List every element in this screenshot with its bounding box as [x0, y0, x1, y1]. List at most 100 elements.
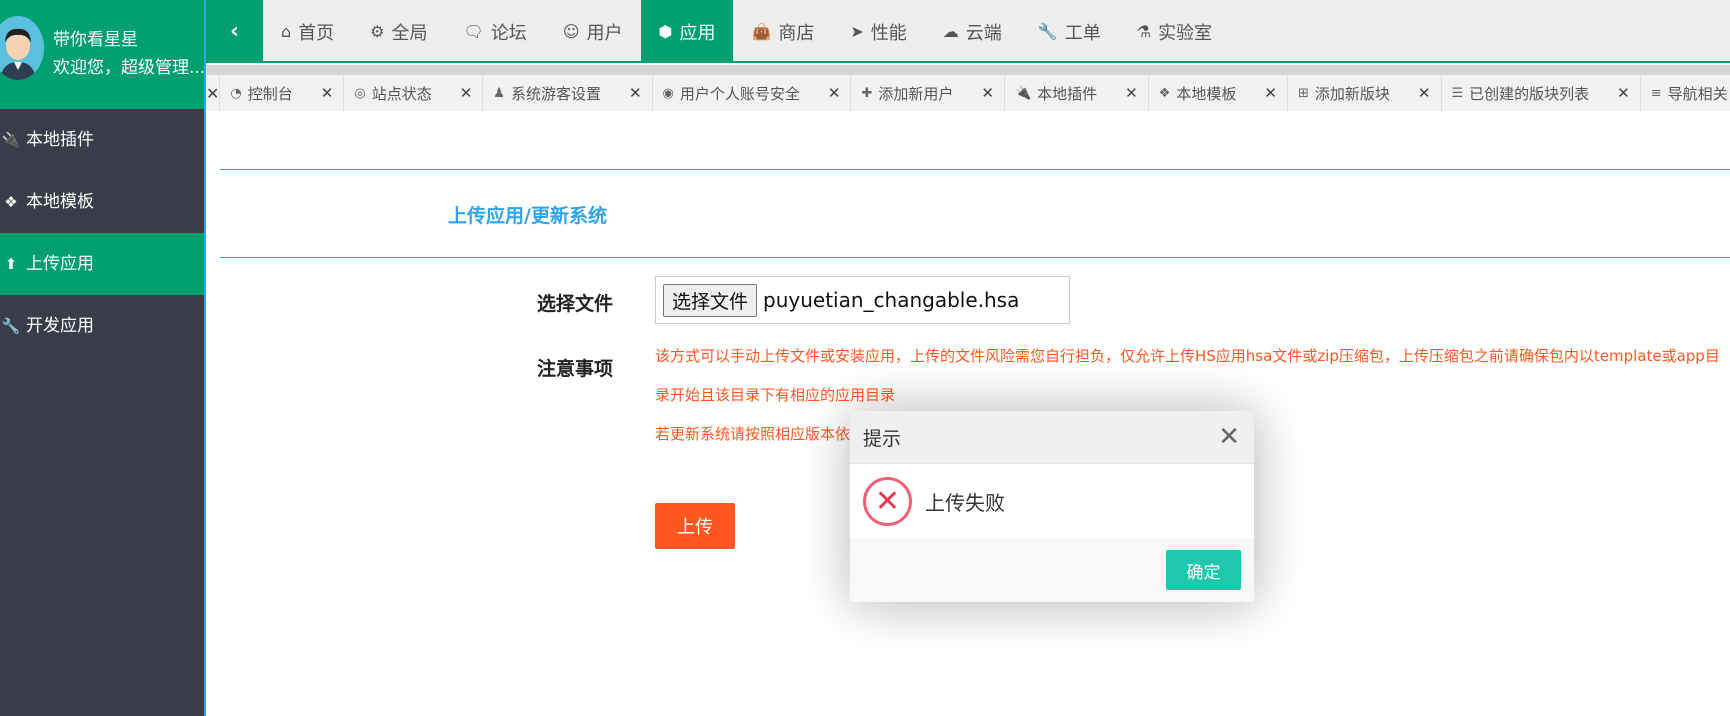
nav-label: 商店 — [778, 22, 815, 44]
nav-home[interactable]: ⌂ 首页 — [263, 0, 352, 63]
divider — [220, 169, 1730, 170]
tab-local-plugins[interactable]: 🔌 本地插件 ✕ — [1005, 75, 1149, 111]
dialog-header: 提示 ✕ — [850, 411, 1254, 464]
status-icon: ◎ — [354, 85, 366, 101]
tab-close-icon[interactable]: ✕ — [1617, 84, 1630, 102]
tab-close-icon[interactable]: ✕ — [1264, 84, 1277, 102]
tab-account-security[interactable]: ◉ 用户个人账号安全 ✕ — [653, 75, 852, 111]
dialog-body: ✕ 上传失败 — [850, 464, 1254, 538]
tab-guest-settings[interactable]: ♟ 系统游客设置 ✕ — [483, 75, 653, 111]
user-secret-icon: ♟ — [493, 85, 505, 101]
nav-label: 应用 — [679, 22, 716, 44]
confirm-button[interactable]: 确定 — [1166, 550, 1241, 590]
wrench-icon: 🔧 — [1, 317, 21, 335]
home-icon: ⌂ — [281, 22, 292, 41]
nav-label: 性能 — [870, 22, 907, 44]
section-title: 上传应用/更新系统 — [448, 205, 607, 227]
sidebar-item-develop-app[interactable]: 🔧 开发应用 — [0, 295, 204, 357]
alert-dialog: 提示 ✕ ✕ 上传失败 确定 — [850, 411, 1254, 602]
nav-forum[interactable]: 🗨 论坛 — [446, 0, 545, 63]
nav-cloud[interactable]: ☁ 云端 — [925, 0, 1020, 63]
tab-close-icon[interactable]: ✕ — [460, 84, 473, 102]
cubes-icon: ⬢ — [658, 22, 673, 41]
tab-label: 系统游客设置 — [510, 84, 601, 103]
file-input[interactable]: 选择文件 puyuetian_changable.hsa — [655, 276, 1070, 324]
tab-console[interactable]: ◔ 控制台 ✕ — [220, 75, 345, 111]
tab-label: 站点状态 — [371, 84, 432, 103]
tab-site-status[interactable]: ◎ 站点状态 ✕ — [344, 75, 484, 111]
avatar[interactable] — [0, 16, 44, 80]
nav-store[interactable]: 👜 商店 — [733, 0, 832, 63]
nav-label: 论坛 — [490, 22, 527, 44]
tab-close-icon[interactable]: ✕ — [321, 84, 334, 102]
nav-apps[interactable]: ⬢ 应用 — [640, 0, 734, 63]
dialog-message: 上传失败 — [925, 490, 1005, 515]
user-plus-icon: ✚ — [861, 85, 873, 101]
cloud-icon: ☁ — [942, 22, 959, 41]
list-icon: ☰ — [1451, 85, 1464, 101]
tab-close-icon[interactable]: ✕ — [981, 84, 994, 102]
nav-label: 云端 — [965, 22, 1002, 44]
user-circle-icon: ◉ — [662, 85, 674, 101]
upload-icon: ⬆ — [4, 255, 18, 273]
plug-icon: 🔌 — [1014, 85, 1032, 101]
error-icon: ✕ — [863, 476, 912, 526]
tab-close-icon[interactable]: ✕ — [629, 84, 642, 102]
bars-icon: ≡ — [1650, 85, 1662, 101]
users-icon: ☺ — [562, 22, 580, 41]
notice-line: 该方式可以手动上传文件或安装应用，上传的文件风险需您自行担负，仅允许上传HS应用… — [655, 347, 1720, 365]
user-box: 带你看星星 欢迎您，超级管理... — [0, 0, 206, 109]
notice-label: 注意事项 — [537, 358, 614, 380]
sidebar-item-local-plugins[interactable]: 🔌 本地插件 — [0, 109, 204, 171]
choose-file-button[interactable]: 选择文件 — [663, 283, 758, 317]
plus-square-icon: ⊞ — [1298, 85, 1309, 101]
close-icon[interactable]: ✕ — [1218, 424, 1240, 450]
upload-button[interactable]: 上传 — [655, 503, 735, 549]
close-icon: ✕ — [206, 83, 220, 103]
tab-label: 导航相关 — [1667, 84, 1728, 103]
tab-add-board[interactable]: ⊞ 添加新版块 ✕ — [1288, 75, 1442, 111]
sidebar-item-upload-app[interactable]: ⬆ 上传应用 — [0, 233, 204, 295]
tab-close-icon[interactable]: ✕ — [1125, 84, 1138, 102]
tab-label: 添加新版块 — [1314, 84, 1390, 103]
file-name: puyuetian_changable.hsa — [763, 288, 1020, 312]
plug-icon: 🔌 — [1, 131, 21, 149]
tab-local-templates[interactable]: ❖ 本地模板 ✕ — [1149, 75, 1288, 111]
tab-close-icon[interactable]: ✕ — [828, 84, 841, 102]
tab-label: 用户个人账号安全 — [679, 84, 800, 103]
notice-line: 录开始且该目录下有相应的应用目录 — [655, 386, 896, 404]
nav-users[interactable]: ☺ 用户 — [545, 0, 641, 63]
close-all-tabs-button[interactable]: ✕ — [206, 75, 221, 111]
user-welcome: 欢迎您，超级管理... — [53, 58, 206, 78]
sidebar-item-label: 上传应用 — [26, 254, 94, 274]
nav-global[interactable]: ⚙ 全局 — [352, 0, 445, 63]
nav-tickets[interactable]: 🔧 工单 — [1020, 0, 1119, 63]
tab-close-icon[interactable]: ✕ — [1418, 84, 1431, 102]
nav-label: 工单 — [1064, 22, 1101, 44]
sidebar-item-local-templates[interactable]: ❖ 本地模板 — [0, 171, 204, 233]
shopping-bag-icon: 👜 — [751, 22, 772, 41]
file-label: 选择文件 — [537, 293, 614, 315]
dialog-footer: 确定 — [850, 538, 1254, 602]
sidebar: 带你看星星 欢迎您，超级管理... 🔌 本地插件 ❖ 本地模板 ⬆ 上传应用 🔧… — [0, 0, 206, 716]
divider — [220, 257, 1730, 258]
nav-lab[interactable]: ⚗ 实验室 — [1119, 0, 1230, 63]
puzzle-icon: ❖ — [4, 193, 18, 211]
wrench-icon: 🔧 — [1037, 22, 1058, 41]
collapse-sidebar-button[interactable]: ‹ — [206, 0, 263, 63]
chevron-left-icon: ‹ — [229, 19, 240, 44]
gears-icon: ⚙ — [370, 22, 385, 41]
tab-board-list[interactable]: ☰ 已创建的版块列表 ✕ — [1442, 75, 1641, 111]
sidebar-item-label: 本地模板 — [26, 192, 94, 212]
side-menu: 🔌 本地插件 ❖ 本地模板 ⬆ 上传应用 🔧 开发应用 — [0, 109, 204, 357]
nav-label: 全局 — [391, 22, 428, 44]
tab-label: 本地模板 — [1176, 84, 1237, 103]
nav-performance[interactable]: ➤ 性能 — [832, 0, 924, 63]
tab-add-user[interactable]: ✚ 添加新用户 ✕ — [851, 75, 1005, 111]
nav-label: 首页 — [298, 22, 335, 44]
top-nav: ‹ ⌂ 首页 ⚙ 全局 🗨 论坛 ☺ 用户 ⬢ 应用 👜 商店 ➤ 性能 ☁ 云端 🔧 工单 ⚗ 实… — [206, 0, 1730, 63]
paper-plane-icon: ➤ — [850, 22, 864, 41]
tab-label: 控制台 — [247, 84, 293, 103]
dialog-title: 提示 — [863, 427, 902, 450]
tab-navigation[interactable]: ≡ 导航相关 — [1641, 75, 1730, 111]
